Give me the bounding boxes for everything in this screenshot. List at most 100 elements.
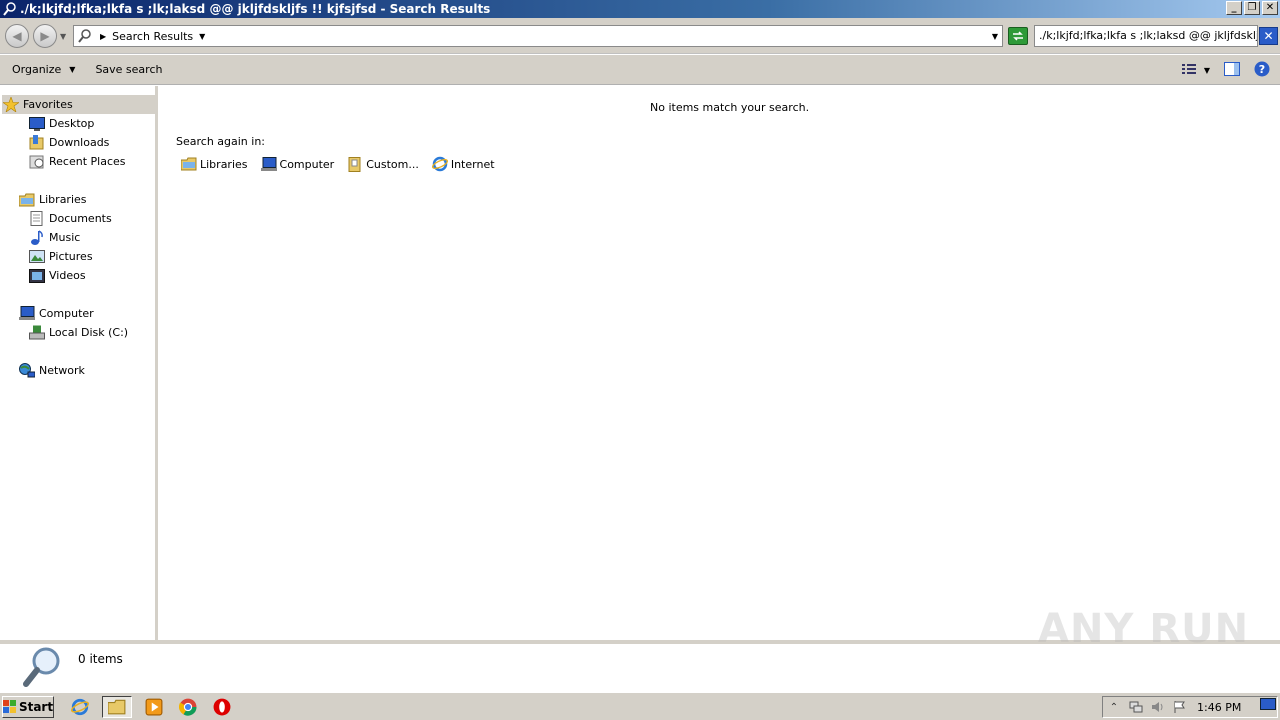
nav-recent-places[interactable]: Recent Places [28, 152, 126, 171]
back-button[interactable]: ◀ [5, 24, 29, 48]
refresh-button[interactable] [1008, 27, 1028, 45]
address-bar: ◀ ▶ ▼ ▶ Search Results ▼ ▼ ./k;lkjfd;lfk… [0, 18, 1280, 54]
nav-favorites[interactable]: Favorites [2, 95, 156, 114]
preview-pane-button[interactable] [1224, 62, 1240, 79]
show-desktop-button[interactable] [1260, 698, 1276, 715]
search-again-libraries[interactable]: Libraries [180, 156, 248, 172]
nav-computer[interactable]: Computer [18, 304, 94, 323]
taskbar-media-player[interactable] [142, 696, 166, 718]
nav-videos[interactable]: Videos [28, 266, 86, 285]
breadcrumb-chevron-icon[interactable]: ▶ [100, 32, 106, 41]
recent-pages-chevron-icon[interactable]: ▼ [60, 32, 66, 41]
nav-documents[interactable]: Documents [28, 209, 112, 228]
back-arrow-icon: ◀ [12, 29, 22, 43]
system-tray: ⌃ 1:46 PM [1102, 696, 1278, 718]
forward-arrow-icon: ▶ [40, 29, 50, 43]
title-bar: ./k;lkjfd;lfka;lkfa s ;lk;laksd @@ jkljf… [0, 0, 1280, 18]
restore-button[interactable]: ❐ [1244, 1, 1260, 15]
libraries-icon [18, 192, 36, 208]
chevron-down-icon: ▼ [69, 65, 76, 74]
empty-results-message: No items match your search. [650, 101, 810, 114]
windows-logo-icon [2, 699, 17, 714]
computer-icon [18, 306, 36, 322]
save-search-button[interactable]: Save search [81, 63, 168, 76]
videos-icon [28, 268, 46, 284]
clock[interactable]: 1:46 PM [1197, 701, 1241, 714]
chevron-up-icon[interactable]: ⌃ [1103, 702, 1125, 713]
music-note-icon [28, 230, 46, 246]
nav-music-label: Music [49, 231, 81, 244]
close-button[interactable]: ✕ [1262, 1, 1278, 15]
search-again-custom[interactable]: Custom... [346, 156, 419, 172]
start-label: Start [18, 699, 54, 714]
command-bar: Organize ▼ Save search ▼ ? [0, 55, 1280, 85]
nav-local-disk[interactable]: Local Disk (C:) [28, 323, 128, 342]
search-again-internet-label: Internet [450, 157, 495, 171]
search-again-internet[interactable]: Internet [431, 156, 495, 172]
pictures-icon [28, 249, 46, 265]
recent-places-icon [28, 154, 46, 170]
breadcrumb-dropdown-icon[interactable]: ▼ [199, 32, 205, 41]
taskbar-explorer[interactable] [102, 695, 132, 718]
network-status-icon[interactable] [1125, 700, 1147, 714]
nav-desktop[interactable]: Desktop [28, 114, 94, 133]
results-area: No items match your search. Search again… [160, 86, 1280, 640]
refresh-icon [1013, 31, 1023, 41]
custom-folder-icon [346, 156, 364, 172]
nav-network[interactable]: Network [18, 361, 85, 380]
forward-button[interactable]: ▶ [33, 24, 57, 48]
preview-pane-icon [1224, 62, 1240, 76]
nav-favorites-label: Favorites [23, 98, 73, 111]
nav-libraries-label: Libraries [39, 193, 87, 206]
search-again-computer[interactable]: Computer [260, 156, 334, 172]
taskbar: Start ⌃ 1:46 PM [0, 692, 1280, 720]
search-again-options: Libraries Computer Custom... Internet [180, 155, 507, 173]
internet-explorer-icon [431, 156, 449, 172]
nav-downloads[interactable]: Downloads [28, 133, 109, 152]
documents-icon [28, 211, 46, 227]
address-history-dropdown-icon[interactable]: ▼ [992, 32, 998, 41]
minimize-button[interactable]: _ [1226, 1, 1242, 15]
nav-desktop-label: Desktop [49, 117, 95, 130]
chrome-icon [179, 698, 197, 716]
opera-icon [213, 698, 231, 715]
nav-music[interactable]: Music [28, 228, 80, 247]
folder-icon [108, 699, 126, 714]
search-location-icon [78, 29, 94, 43]
search-again-label: Search again in: [176, 135, 266, 148]
network-icon [18, 363, 36, 379]
action-center-flag-icon[interactable] [1169, 700, 1191, 714]
view-options-button[interactable] [1181, 63, 1196, 78]
nav-network-label: Network [39, 364, 85, 377]
search-input[interactable]: ./k;lkjfd;lfka;lkfa s ;lk;laksd @@ jkljf… [1034, 25, 1258, 47]
nav-pictures[interactable]: Pictures [28, 247, 93, 266]
search-app-icon [2, 1, 18, 17]
nav-documents-label: Documents [49, 212, 112, 225]
view-dropdown-icon[interactable]: ▼ [1204, 66, 1210, 75]
nav-downloads-label: Downloads [49, 136, 110, 149]
breadcrumb-search-results[interactable]: Search Results [112, 30, 193, 43]
taskbar-chrome[interactable] [176, 696, 200, 718]
organize-label: Organize [12, 63, 62, 76]
view-list-icon [1181, 64, 1196, 74]
volume-icon[interactable] [1147, 700, 1169, 714]
taskbar-internet-explorer[interactable] [68, 696, 92, 718]
nav-libraries[interactable]: Libraries [18, 190, 87, 209]
internet-explorer-icon [71, 698, 89, 715]
svg-text:?: ? [1259, 63, 1265, 76]
close-icon: ✕ [1263, 29, 1274, 43]
help-button[interactable]: ? [1254, 61, 1270, 80]
organize-button[interactable]: Organize ▼ [6, 63, 81, 76]
nav-computer-label: Computer [39, 307, 94, 320]
save-search-label: Save search [95, 63, 163, 76]
computer-icon [260, 156, 278, 172]
navigation-pane: Favorites Desktop Downloads Recent Place… [0, 86, 158, 640]
media-player-icon [145, 698, 163, 715]
clear-search-button[interactable]: ✕ [1259, 27, 1278, 45]
start-button[interactable]: Start [2, 695, 54, 718]
address-path-box[interactable]: ▶ Search Results ▼ ▼ [73, 25, 1003, 47]
taskbar-opera[interactable] [210, 696, 234, 718]
nav-pictures-label: Pictures [49, 250, 93, 263]
nav-recent-places-label: Recent Places [49, 155, 126, 168]
nav-local-disk-label: Local Disk (C:) [49, 326, 129, 339]
